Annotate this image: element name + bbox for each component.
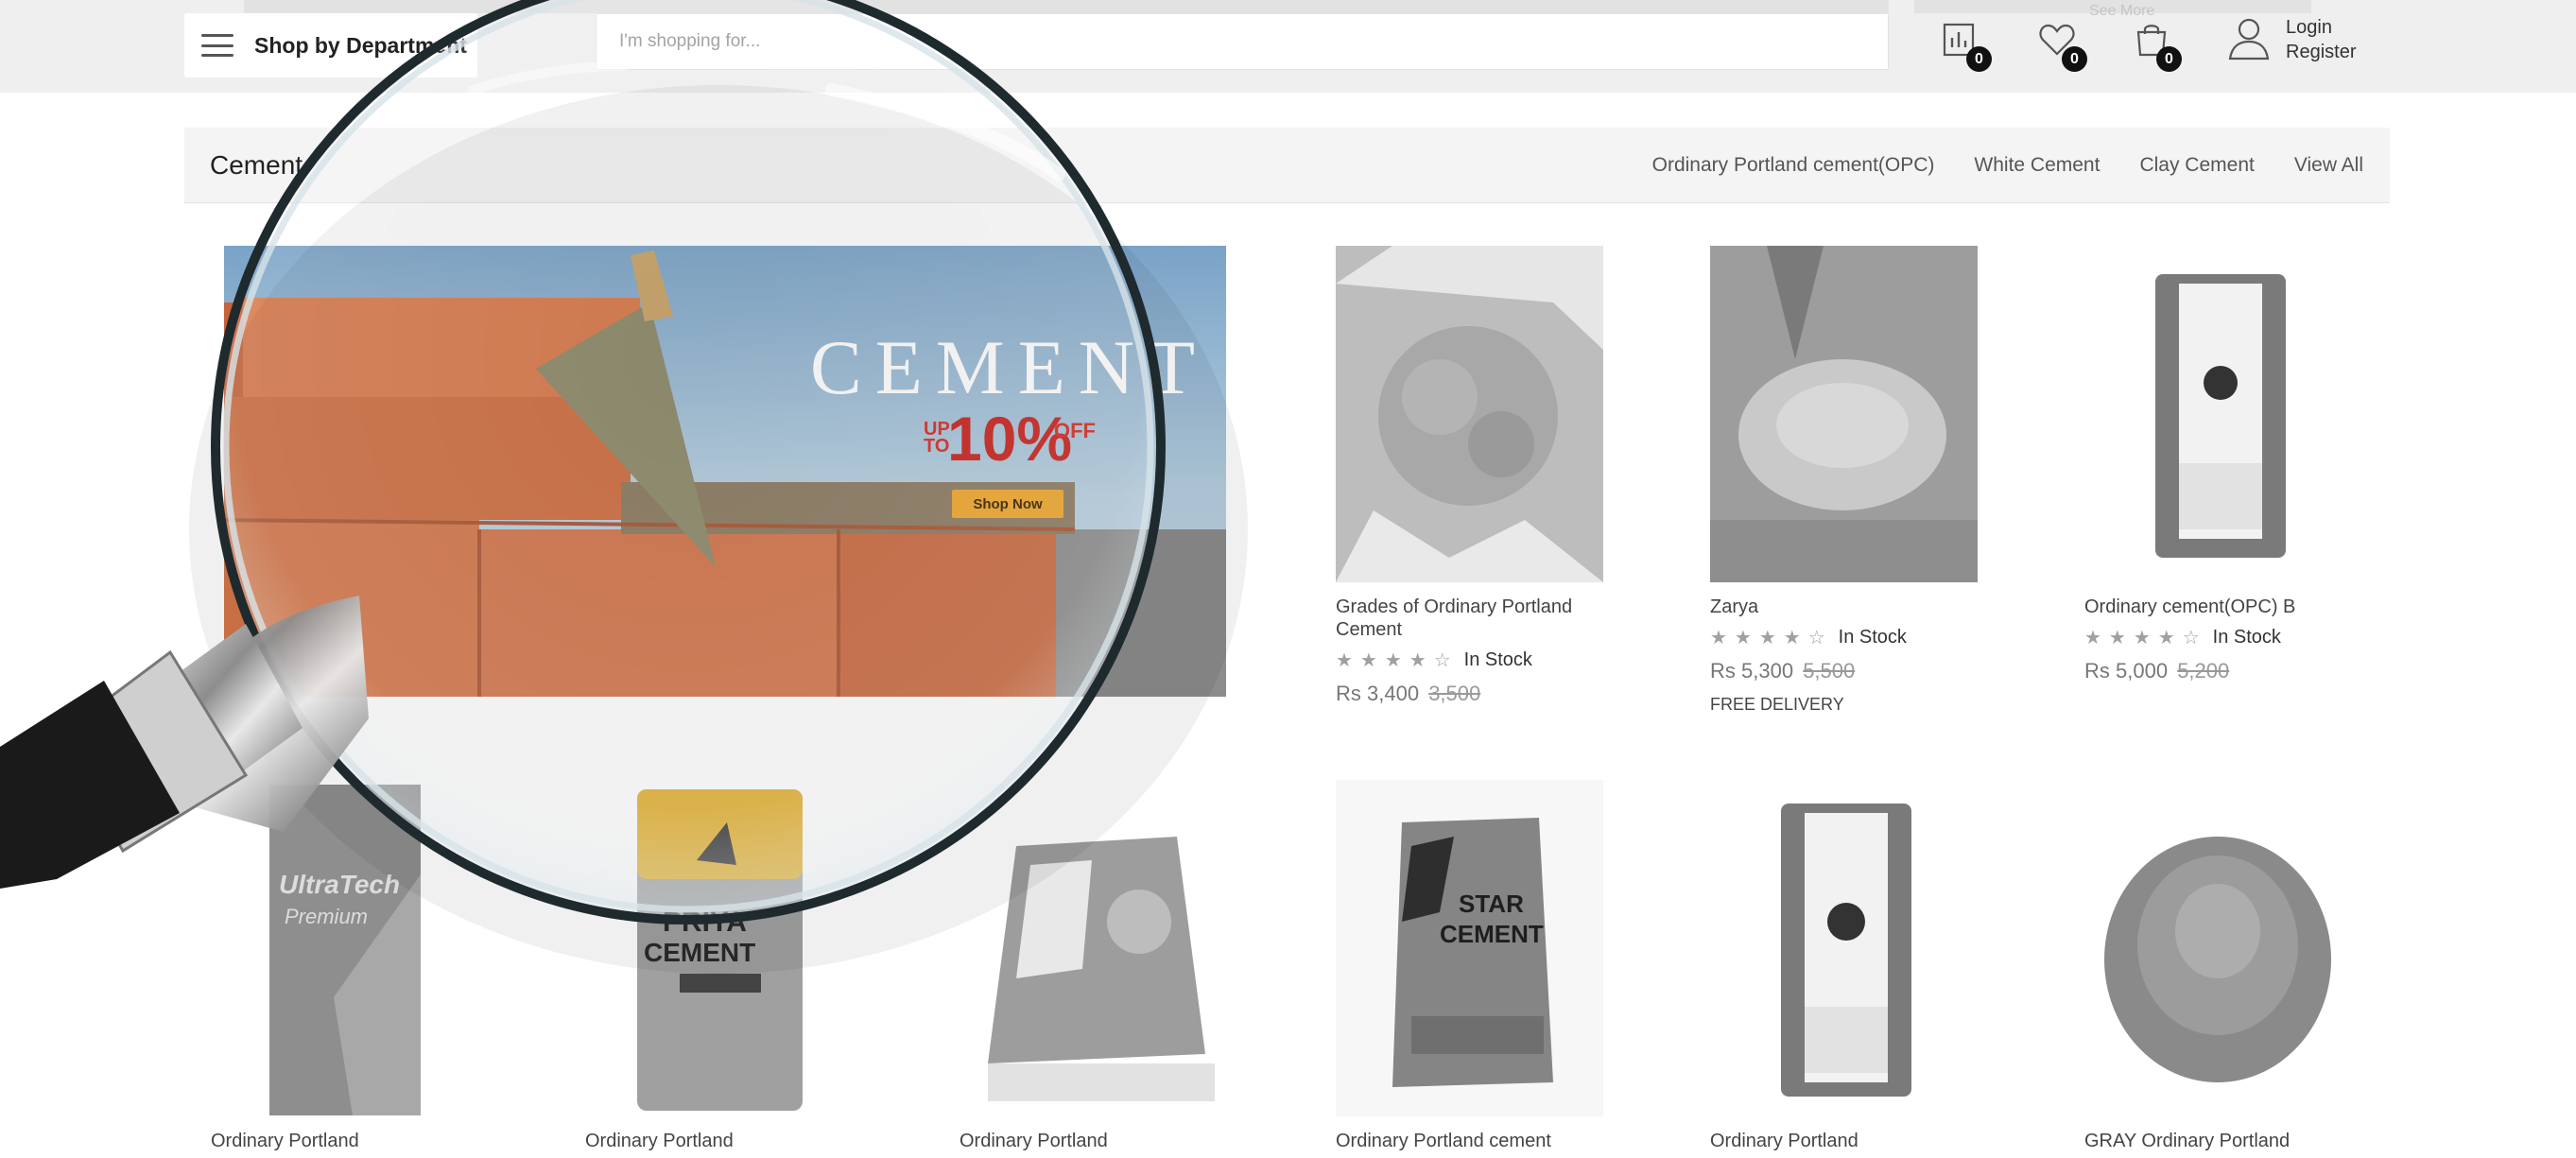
- product-card[interactable]: STAR CEMENT Ordinary Portland cement: [1336, 780, 1648, 1152]
- product-name[interactable]: Grades of Ordinary Portland Cement: [1336, 596, 1629, 641]
- old-price: 5,500: [1803, 659, 1856, 683]
- star-rating-icons: ★★★★☆: [1336, 650, 1459, 671]
- compare-button[interactable]: 0: [1941, 19, 1992, 72]
- product-image[interactable]: [2084, 246, 2352, 582]
- product-card[interactable]: Grades of Ordinary Portland Cement ★★★★☆…: [1336, 246, 1648, 706]
- category-link-view-all[interactable]: View All: [2294, 154, 2363, 177]
- product-name[interactable]: Ordinary cement(OPC) B: [2084, 596, 2377, 618]
- product-image[interactable]: [1710, 780, 1978, 1116]
- current-price: Rs 5,300: [1710, 659, 1794, 683]
- priya-cement-bag-image: PRIYA CEMENT: [637, 789, 803, 1111]
- current-price: Rs 3,400: [1336, 682, 1420, 705]
- hamburger-menu-icon: [201, 34, 233, 57]
- product-name[interactable]: GRAY Ordinary Portland: [2084, 1130, 2377, 1152]
- search-input[interactable]: [596, 13, 1889, 70]
- product-image[interactable]: [960, 780, 1227, 1116]
- category-links: Ordinary Portland cement(OPC) White Ceme…: [1652, 154, 2363, 177]
- svg-text:UltraTech: UltraTech: [279, 870, 400, 899]
- compare-count-badge: 0: [1966, 46, 1992, 72]
- product-image[interactable]: PRIYA CEMENT: [585, 780, 853, 1116]
- chettinad-bag-image: [1781, 804, 1911, 1097]
- stock-status: In Stock: [2212, 627, 2281, 648]
- product-card[interactable]: Zarya ★★★★☆ In Stock Rs 5,300 5,500 FREE…: [1710, 246, 2022, 715]
- product-name[interactable]: Ordinary Portland cement: [1336, 1130, 1629, 1152]
- product-name[interactable]: Ordinary Portland: [211, 1130, 504, 1152]
- star-rating-icons: ★★★★☆: [2084, 628, 2207, 648]
- old-price: 5,200: [2177, 659, 2230, 683]
- banner-off: OFF: [1054, 419, 1096, 442]
- old-price: 3,500: [1428, 682, 1481, 705]
- banner-bricks-image: [224, 251, 1226, 697]
- category-link-opc[interactable]: Ordinary Portland cement(OPC): [1652, 154, 1935, 177]
- ultratech-bag-image: UltraTech Premium: [269, 785, 421, 1115]
- banner-up-to: UP TO: [924, 419, 950, 457]
- product-card[interactable]: GRAY Ordinary Portland: [2084, 780, 2396, 1152]
- free-delivery-label: FREE DELIVERY: [1710, 695, 1844, 714]
- product-card[interactable]: Ordinary Portland: [960, 780, 1271, 1152]
- register-link[interactable]: Register: [2286, 40, 2356, 64]
- stock-status: In Stock: [1838, 627, 1907, 648]
- product-name[interactable]: Ordinary Portland: [1710, 1130, 2003, 1152]
- shop-now-button[interactable]: Shop Now: [952, 490, 1063, 518]
- department-label: Shop by Department: [254, 32, 467, 58]
- product-name[interactable]: Ordinary Portland: [960, 1130, 1253, 1152]
- cart-button[interactable]: 0: [2131, 19, 2182, 72]
- category-bar: Cement Ordinary Portland cement(OPC) Whi…: [184, 128, 2390, 203]
- wishlist-count-badge: 0: [2062, 46, 2087, 72]
- banner-title: CEMENT: [810, 324, 1209, 410]
- header-ghost-strip: [244, 0, 1889, 13]
- product-name[interactable]: Ordinary Portland: [585, 1130, 878, 1152]
- product-rating: ★★★★☆ In Stock: [1336, 648, 1648, 672]
- product-price: Rs 3,400 3,500: [1336, 682, 1648, 706]
- account-links: Login Register: [2286, 15, 2356, 64]
- shop-by-department-button[interactable]: Shop by Department: [184, 13, 477, 78]
- product-image[interactable]: STAR CEMENT: [1336, 780, 1603, 1116]
- gray-cement-powder-image: [2104, 837, 2331, 1082]
- user-icon[interactable]: [2226, 15, 2272, 62]
- product-card[interactable]: Ordinary cement(OPC) B ★★★★☆ In Stock Rs…: [2084, 246, 2396, 683]
- product-price: Rs 5,300 5,500: [1710, 659, 2022, 683]
- product-image[interactable]: [1710, 246, 1978, 582]
- login-link[interactable]: Login: [2286, 15, 2356, 40]
- wishlist-button[interactable]: 0: [2036, 19, 2087, 72]
- product-card[interactable]: Ordinary Portland: [1710, 780, 2022, 1152]
- product-image[interactable]: UltraTech Premium: [211, 780, 478, 1116]
- svg-text:STAR: STAR: [1459, 890, 1524, 918]
- promo-banner[interactable]: CEMENT UP TO 10% OFF Shop Now: [224, 246, 1226, 697]
- site-header: See More Shop by Department 0 0 0 Login …: [0, 0, 2576, 93]
- product-image[interactable]: [2084, 780, 2352, 1116]
- svg-text:PRIYA: PRIYA: [663, 907, 747, 938]
- svg-text:CEMENT: CEMENT: [644, 938, 755, 967]
- chettinad-bag-image: [2155, 274, 2286, 558]
- product-name[interactable]: Zarya: [1710, 596, 2003, 618]
- product-card[interactable]: UltraTech Premium Ordinary Portland: [211, 780, 523, 1152]
- current-price: Rs 5,000: [2084, 659, 2169, 683]
- stock-status: In Stock: [1463, 649, 1532, 670]
- primo-bag-image: [988, 837, 1215, 1101]
- svg-text:CEMENT: CEMENT: [1440, 920, 1544, 948]
- category-link-clay-cement[interactable]: Clay Cement: [2139, 154, 2254, 177]
- cement-scoop-image: [1710, 246, 1978, 582]
- product-rating: ★★★★☆ In Stock: [2084, 626, 2396, 649]
- category-title: Cement: [210, 150, 303, 180]
- svg-text:Premium: Premium: [285, 905, 368, 928]
- product-image[interactable]: [1336, 246, 1603, 582]
- see-more-link[interactable]: See More: [2089, 3, 2154, 20]
- cement-powder-bag-image: [1336, 246, 1603, 582]
- product-price: Rs 5,000 5,200: [2084, 659, 2396, 683]
- cart-count-badge: 0: [2156, 46, 2182, 72]
- category-link-white-cement[interactable]: White Cement: [1974, 154, 2100, 177]
- product-rating: ★★★★☆ In Stock: [1710, 626, 2022, 649]
- product-card[interactable]: PRIYA CEMENT Ordinary Portland: [585, 780, 897, 1152]
- star-cement-bag-image: STAR CEMENT: [1392, 818, 1553, 1087]
- star-rating-icons: ★★★★☆: [1710, 628, 1833, 648]
